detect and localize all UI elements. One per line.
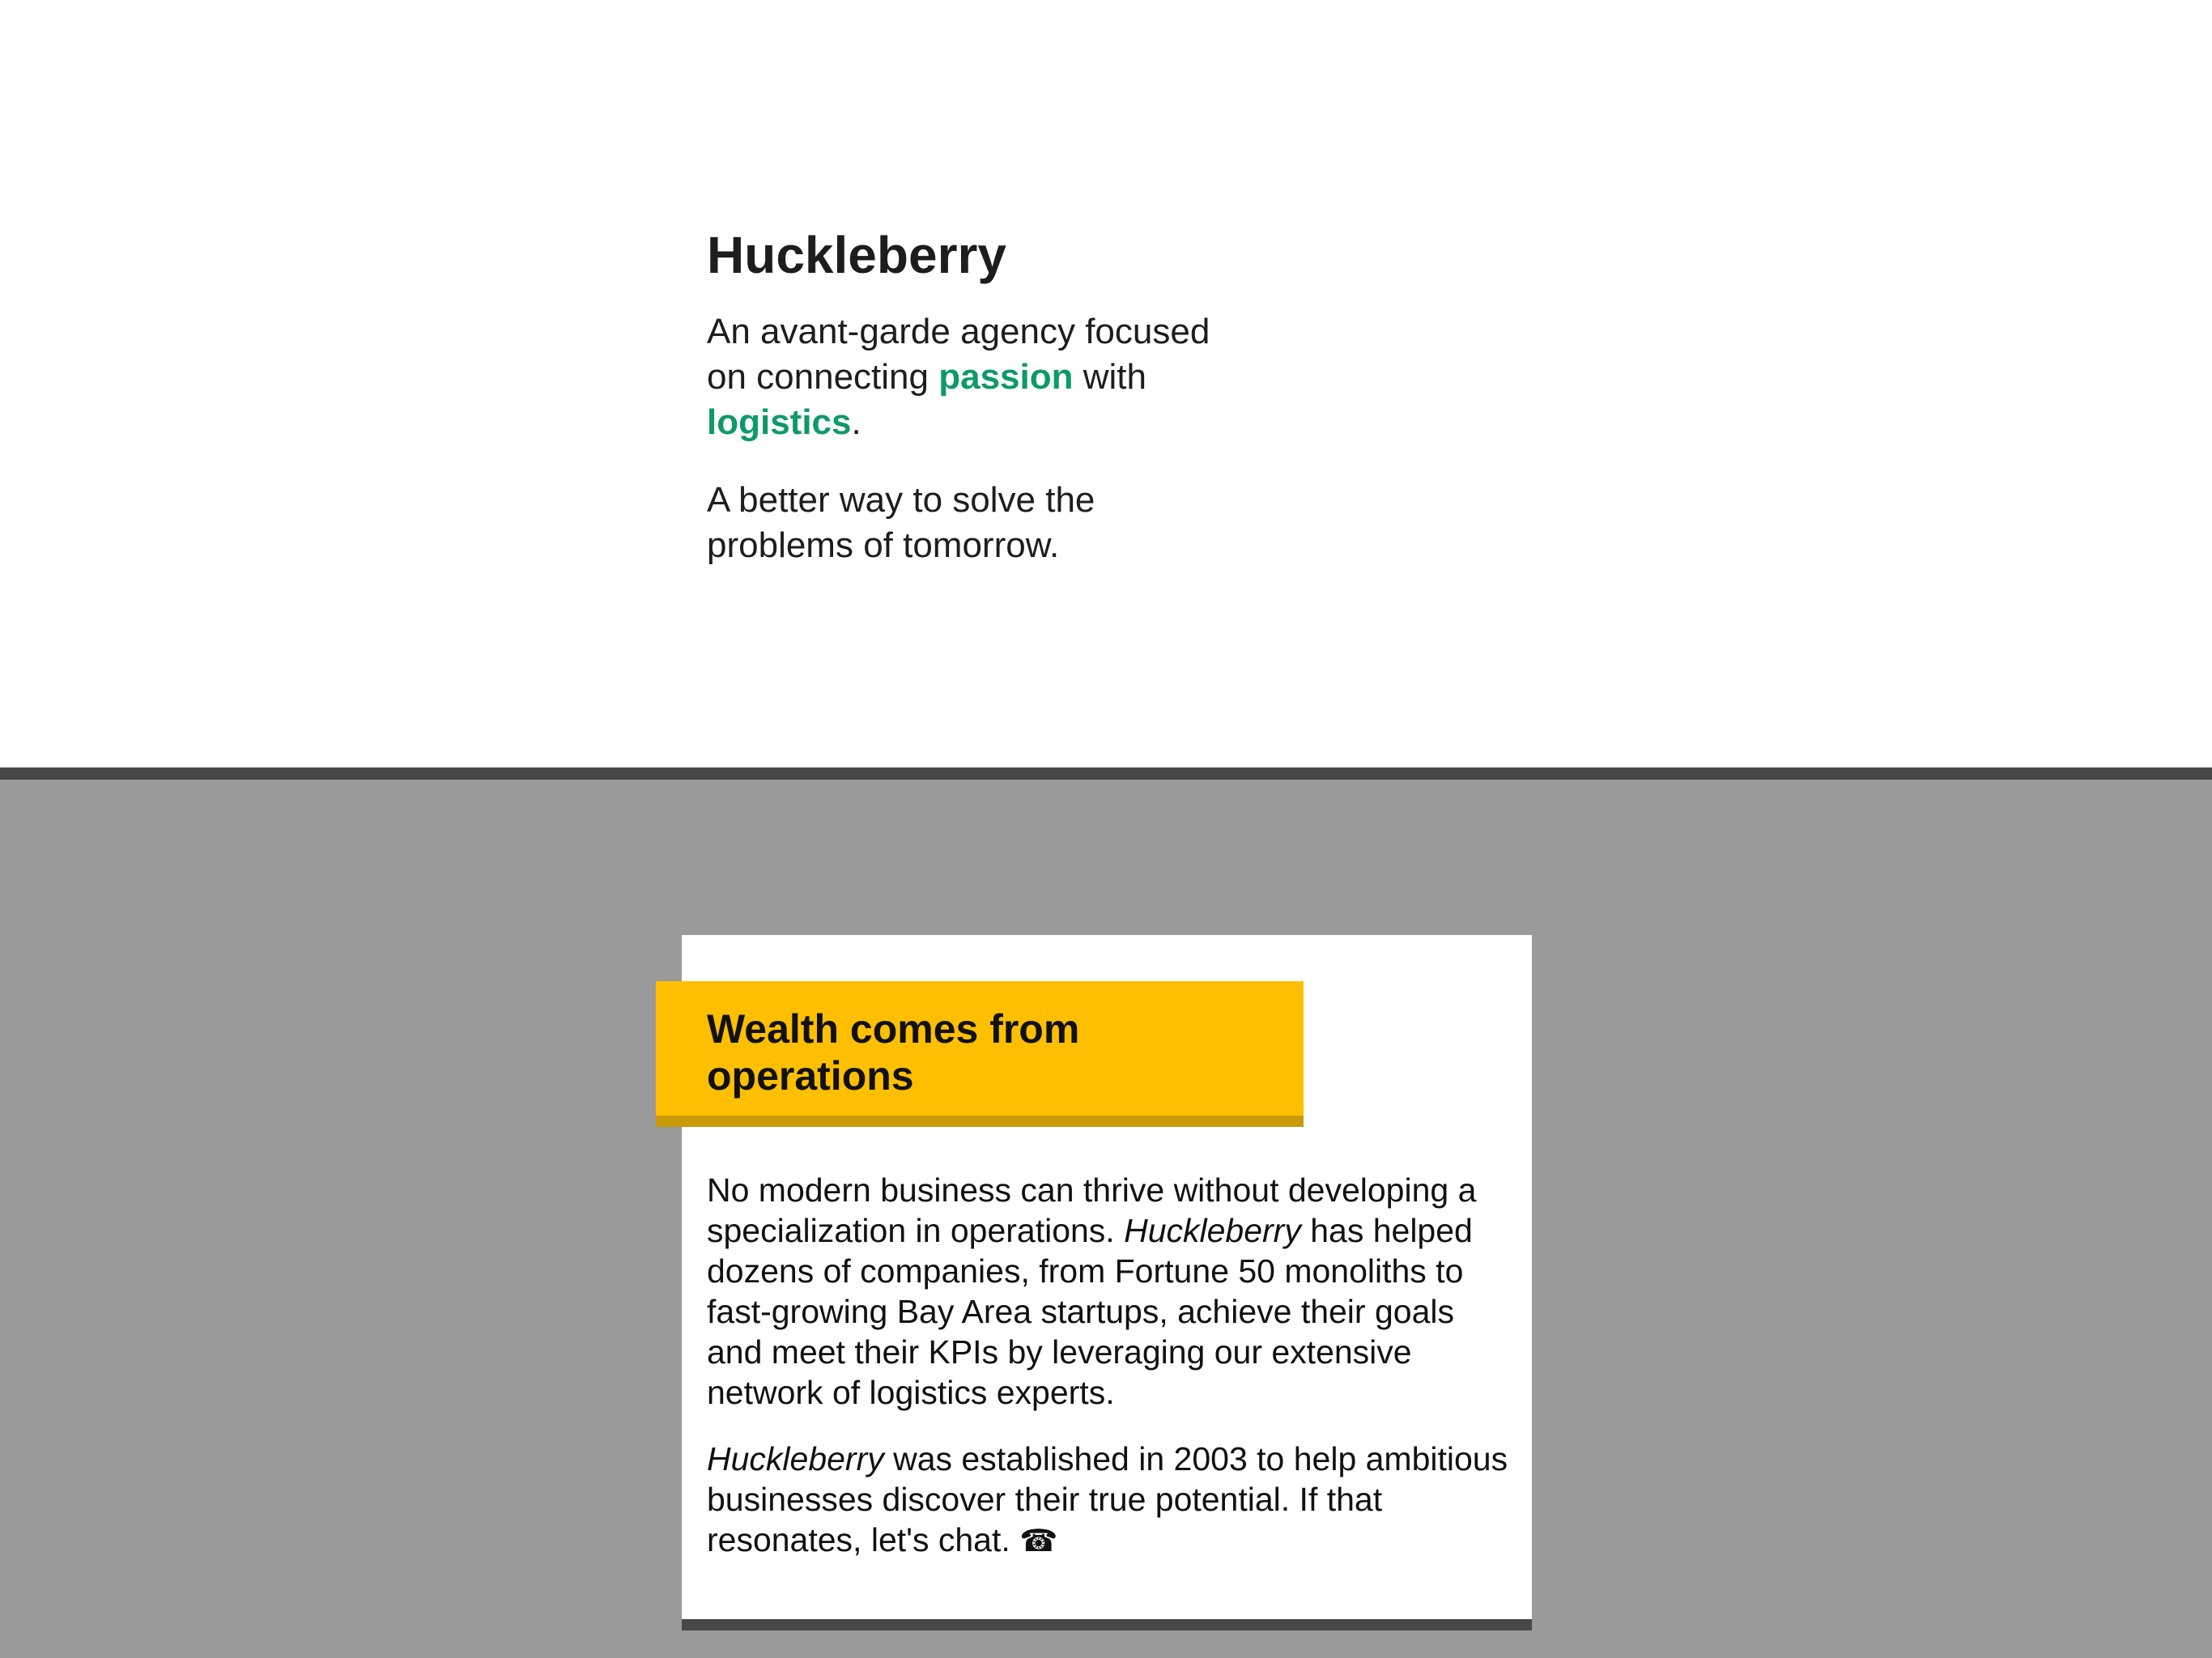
tagline: An avant-garde agency focused on connect…: [707, 309, 1241, 445]
tagline-accent-passion: passion: [938, 357, 1074, 397]
site-title: Huckleberry: [707, 226, 1006, 284]
hero-section: Huckleberry An avant-garde agency focuse…: [0, 0, 2212, 767]
card-paragraph-2: Huckleberry was established in 2003 to h…: [707, 1439, 1516, 1561]
tagline-text-3: .: [851, 402, 861, 442]
tagline-text-2: with: [1073, 357, 1146, 397]
card-paragraph-1: No modern business can thrive without de…: [707, 1170, 1516, 1413]
p2-brand: Huckleberry: [707, 1440, 884, 1477]
card-body: No modern business can thrive without de…: [707, 1170, 1516, 1561]
hero-content: Huckleberry An avant-garde agency focuse…: [707, 219, 1241, 568]
section-divider: [0, 767, 2212, 780]
card-banner: Wealth comes from operations: [656, 981, 1304, 1127]
subline: A better way to solve the problems of to…: [707, 480, 1095, 565]
banner-title: Wealth comes from operations: [707, 1006, 1080, 1099]
tagline-accent-logistics: logistics: [707, 402, 852, 442]
phone-icon[interactable]: ☎: [1019, 1520, 1057, 1561]
p1-brand: Huckleberry: [1124, 1212, 1301, 1249]
